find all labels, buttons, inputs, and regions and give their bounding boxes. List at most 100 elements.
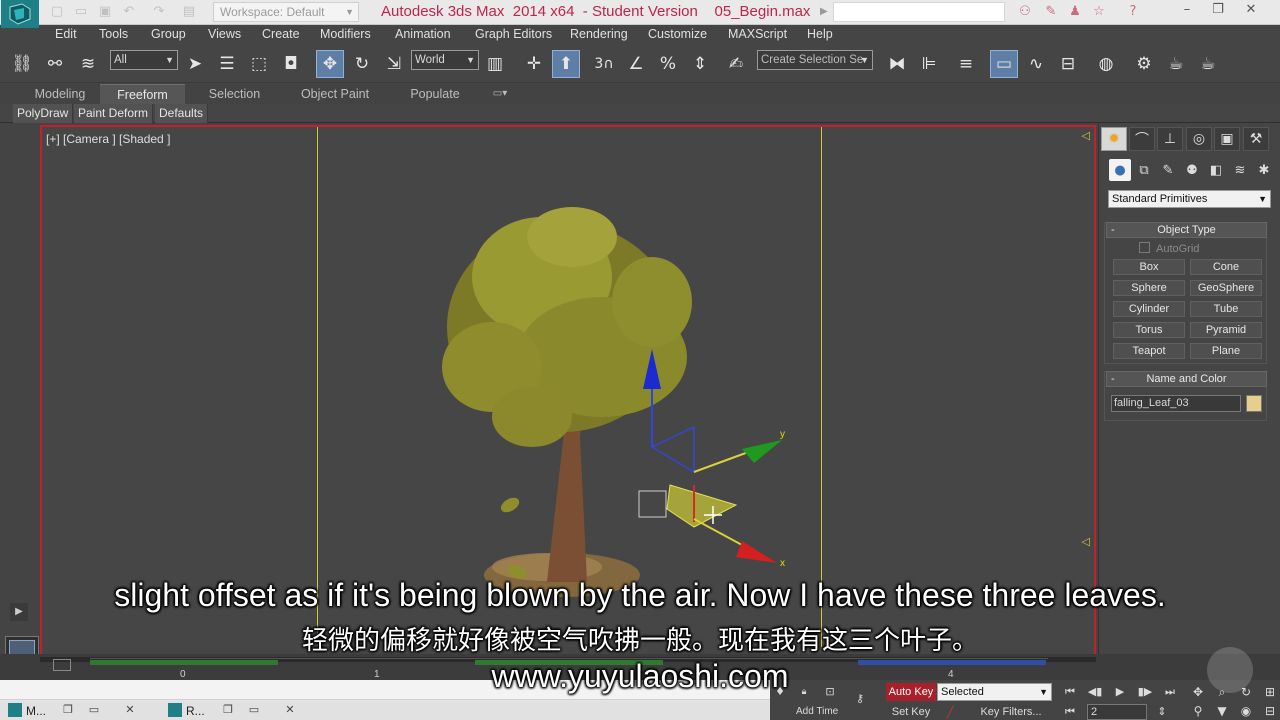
- create-tab-icon[interactable]: ✹: [1101, 127, 1127, 151]
- shapes-icon[interactable]: ⧉: [1133, 159, 1155, 181]
- render-setup-icon[interactable]: ⚙: [1130, 50, 1158, 78]
- box-button[interactable]: Box: [1113, 259, 1185, 275]
- undo-icon[interactable]: ↶: [120, 3, 138, 21]
- select-and-scale-icon[interactable]: ⇲: [380, 50, 408, 78]
- pivot-center-icon[interactable]: ▥: [481, 50, 509, 78]
- torus-button[interactable]: Torus: [1113, 322, 1185, 338]
- select-and-link-icon[interactable]: ⛓: [8, 50, 36, 78]
- panel-polydraw[interactable]: PolyDraw: [13, 104, 74, 123]
- field-of-view-icon[interactable]: ⊟: [1260, 702, 1280, 720]
- walk-through-icon[interactable]: ⚲: [1188, 702, 1208, 720]
- roll-icon[interactable]: ▼: [1212, 702, 1232, 720]
- object-category-dropdown[interactable]: Standard Primitives ▼: [1108, 190, 1271, 208]
- display-tab-icon[interactable]: ▣: [1214, 127, 1240, 151]
- menu-graph-editors[interactable]: Graph Editors: [475, 27, 552, 41]
- cameras-icon[interactable]: ⚉: [1181, 159, 1203, 181]
- material-editor-icon[interactable]: ◍: [1092, 50, 1120, 78]
- space-warps-icon[interactable]: ≋: [1229, 159, 1251, 181]
- project-folder-icon[interactable]: ▤: [180, 3, 198, 21]
- menu-maxscript[interactable]: MAXScript: [728, 27, 787, 41]
- keyboard-shortcut-override-icon[interactable]: ⬆: [552, 50, 580, 78]
- set-key-button[interactable]: Set Key: [886, 705, 936, 720]
- menu-create[interactable]: Create: [262, 27, 300, 41]
- cylinder-button[interactable]: Cylinder: [1113, 301, 1185, 317]
- set-key-mode-icon[interactable]: ╱: [940, 704, 960, 720]
- bind-space-warp-icon[interactable]: ≋: [74, 50, 102, 78]
- mirror-icon[interactable]: ⧓: [883, 50, 911, 78]
- render-production-icon[interactable]: ☕: [1194, 50, 1222, 78]
- ribbon-options-icon[interactable]: ▭▾: [486, 84, 514, 104]
- object-type-rollout-header[interactable]: - Object Type: [1106, 222, 1267, 238]
- layer-manager-icon[interactable]: ≡: [952, 50, 980, 78]
- menu-views[interactable]: Views: [208, 27, 241, 41]
- viewport-label[interactable]: [+] [Camera ] [Shaded ]: [46, 132, 170, 146]
- tab-object-paint[interactable]: Object Paint: [290, 84, 380, 104]
- menu-help[interactable]: Help: [807, 27, 833, 41]
- restore-icon[interactable]: ❐: [1203, 0, 1233, 22]
- utilities-tab-icon[interactable]: ⚒: [1243, 127, 1269, 151]
- schematic-view-icon[interactable]: ⊟: [1054, 50, 1082, 78]
- tab-freeform[interactable]: Freeform: [100, 84, 185, 104]
- spinner-icon[interactable]: ⇕: [1152, 704, 1172, 720]
- helpers-icon[interactable]: ◧: [1205, 159, 1227, 181]
- panel-paint-deform[interactable]: Paint Deform: [74, 104, 154, 123]
- object-color-swatch[interactable]: [1246, 395, 1262, 412]
- select-by-name-icon[interactable]: ☰: [213, 50, 241, 78]
- communication-center-icon[interactable]: ✎: [1040, 2, 1062, 22]
- close-icon[interactable]: ✕: [281, 702, 299, 718]
- save-file-icon[interactable]: ▣: [96, 3, 114, 21]
- maximize-icon[interactable]: ▭: [245, 702, 263, 718]
- edit-named-selection-icon[interactable]: ✍: [722, 50, 750, 78]
- binoculars-icon[interactable]: ⚇: [1014, 2, 1036, 22]
- subscription-icon[interactable]: ♟: [1064, 2, 1086, 22]
- snaps-toggle-icon[interactable]: 3 ∩: [590, 50, 618, 78]
- motion-tab-icon[interactable]: ◎: [1186, 127, 1212, 151]
- minimize-icon[interactable]: –: [1172, 0, 1202, 22]
- teapot-button[interactable]: Teapot: [1113, 343, 1185, 359]
- modify-tab-icon[interactable]: ⌒: [1129, 127, 1155, 151]
- close-icon[interactable]: ✕: [1236, 0, 1266, 22]
- select-manipulate-icon[interactable]: ✛: [520, 50, 548, 78]
- graphite-modeling-tools-icon[interactable]: ▭: [990, 50, 1018, 78]
- menu-edit[interactable]: Edit: [55, 27, 77, 41]
- menu-modifiers[interactable]: Modifiers: [320, 27, 371, 41]
- name-and-color-rollout-header[interactable]: - Name and Color: [1106, 371, 1267, 387]
- rendered-frame-window-icon[interactable]: ☕: [1162, 50, 1190, 78]
- pyramid-button[interactable]: Pyramid: [1190, 322, 1262, 338]
- unlink-icon[interactable]: ⚯: [41, 50, 69, 78]
- systems-icon[interactable]: ✱: [1253, 159, 1275, 181]
- menu-animation[interactable]: Animation: [395, 27, 451, 41]
- align-icon[interactable]: ⊫: [915, 50, 943, 78]
- percent-snap-icon[interactable]: %: [654, 50, 682, 78]
- key-filters-button[interactable]: Key Filters...: [970, 705, 1052, 720]
- menu-rendering[interactable]: Rendering: [570, 27, 628, 41]
- autogrid-checkbox[interactable]: AutoGrid: [1139, 242, 1199, 255]
- restore-icon[interactable]: ❐: [59, 702, 77, 718]
- taskbar-item[interactable]: R...: [168, 702, 205, 720]
- selection-filter-dropdown[interactable]: All ▼: [110, 50, 178, 70]
- lights-icon[interactable]: ✎: [1157, 159, 1179, 181]
- spinner-snap-icon[interactable]: ⇕: [686, 50, 714, 78]
- taskbar-item[interactable]: M...: [8, 702, 46, 720]
- restore-icon[interactable]: ❐: [219, 702, 237, 718]
- curve-editor-icon[interactable]: ∿: [1022, 50, 1050, 78]
- panel-defaults[interactable]: Defaults: [155, 104, 209, 123]
- named-selection-sets-dropdown[interactable]: Create Selection Se ▼: [757, 50, 873, 70]
- menu-customize[interactable]: Customize: [648, 27, 707, 41]
- favorites-star-icon[interactable]: ☆: [1088, 2, 1110, 22]
- sphere-button[interactable]: Sphere: [1113, 280, 1185, 296]
- open-file-icon[interactable]: ▭: [72, 3, 90, 21]
- tab-selection[interactable]: Selection: [192, 84, 277, 104]
- angle-snap-icon[interactable]: ∠: [622, 50, 650, 78]
- camera-viewport[interactable]: y x [+] [Camera ] [Shaded ] ◁ ◁: [40, 125, 1096, 654]
- new-file-icon[interactable]: ▢: [48, 3, 66, 21]
- workspace-dropdown[interactable]: Workspace: Default ▼: [213, 2, 359, 22]
- dolly-icon[interactable]: ◉: [1236, 702, 1256, 720]
- plane-button[interactable]: Plane: [1190, 343, 1262, 359]
- close-icon[interactable]: ✕: [121, 702, 139, 718]
- select-and-rotate-icon[interactable]: ↻: [348, 50, 376, 78]
- title-more-arrow-icon[interactable]: ▶: [820, 3, 832, 21]
- select-and-move-icon[interactable]: ✥: [316, 50, 344, 78]
- rectangular-selection-icon[interactable]: ⬚: [245, 50, 273, 78]
- reference-coordinate-dropdown[interactable]: World ▼: [411, 50, 479, 70]
